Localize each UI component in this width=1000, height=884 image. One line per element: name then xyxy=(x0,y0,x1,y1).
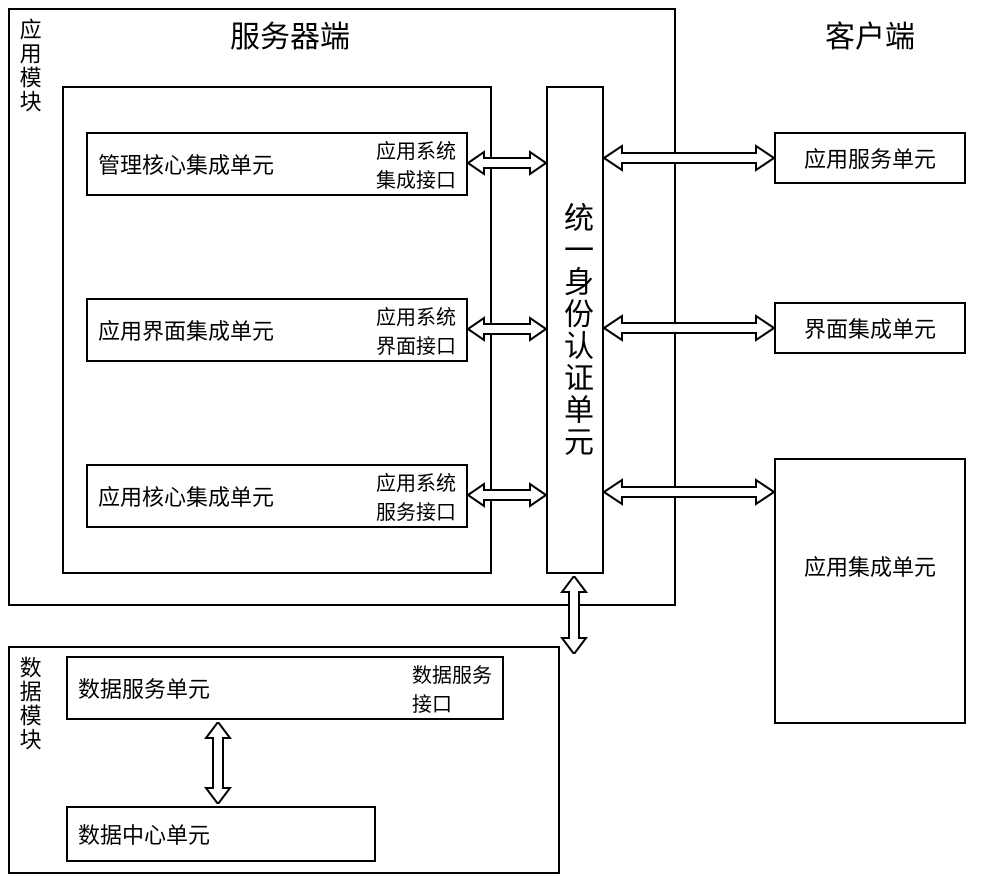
server-unit-2-if-a: 应用系统 xyxy=(376,301,456,330)
app-module-label: 应用模块 xyxy=(14,18,43,114)
auth-unit-label: 统一身份认证单元 xyxy=(553,202,597,458)
client-box-3: 应用集成单元 xyxy=(774,458,966,724)
auth-unit: 统一身份认证单元 xyxy=(546,86,604,574)
server-unit-3-if-a: 应用系统 xyxy=(376,467,456,496)
server-unit-1-label: 管理核心集成单元 xyxy=(98,148,274,180)
arrow-auth-client1 xyxy=(604,144,774,172)
data-service-unit: 数据服务单元 数据服务 接口 xyxy=(66,656,504,720)
server-title: 服务器端 xyxy=(170,18,410,57)
server-unit-2: 应用界面集成单元 应用系统 界面接口 xyxy=(86,298,468,362)
server-unit-3: 应用核心集成单元 应用系统 服务接口 xyxy=(86,464,468,528)
server-unit-2-label: 应用界面集成单元 xyxy=(98,314,274,346)
data-service-if-a: 数据服务 xyxy=(412,659,492,688)
arrow-unit2-auth xyxy=(468,316,546,342)
client-box-2-label: 界面集成单元 xyxy=(804,312,936,344)
client-box-1: 应用服务单元 xyxy=(774,132,966,184)
arrow-dataservice-datacenter xyxy=(204,722,232,804)
arrow-unit1-auth xyxy=(468,150,546,176)
data-service-if-b: 接口 xyxy=(412,688,492,717)
data-center-unit: 数据中心单元 xyxy=(66,806,376,862)
arrow-auth-client3 xyxy=(604,478,774,506)
data-center-unit-label: 数据中心单元 xyxy=(68,812,220,856)
server-unit-1-if-a: 应用系统 xyxy=(376,135,456,164)
server-unit-3-label: 应用核心集成单元 xyxy=(98,480,274,512)
arrow-unit3-auth xyxy=(468,482,546,508)
server-unit-3-if-b: 服务接口 xyxy=(376,496,456,525)
data-module-label: 数据模块 xyxy=(14,656,43,752)
server-unit-1-if-b: 集成接口 xyxy=(376,164,456,193)
server-unit-2-if-b: 界面接口 xyxy=(376,330,456,359)
client-title: 客户端 xyxy=(790,18,950,57)
arrow-auth-data xyxy=(560,576,588,654)
server-unit-1: 管理核心集成单元 应用系统 集成接口 xyxy=(86,132,468,196)
arrow-auth-client2 xyxy=(604,314,774,342)
client-box-1-label: 应用服务单元 xyxy=(804,142,936,174)
client-box-2: 界面集成单元 xyxy=(774,302,966,354)
data-service-unit-label: 数据服务单元 xyxy=(78,672,210,704)
client-box-3-label: 应用集成单元 xyxy=(804,550,936,582)
